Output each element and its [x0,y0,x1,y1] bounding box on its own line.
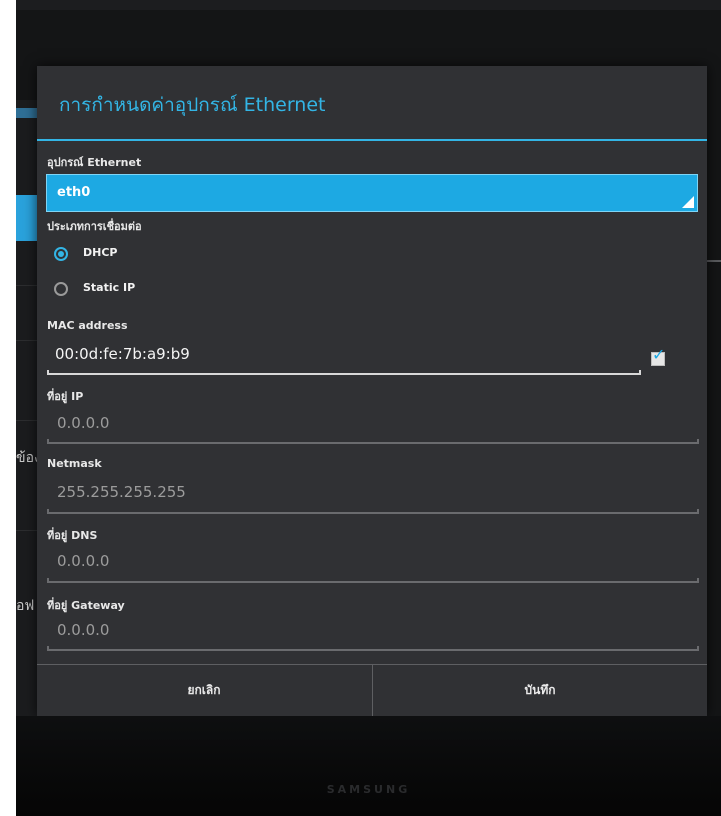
dropdown-caret-icon [682,196,694,208]
gateway-label: ที่อยู่ Gateway [47,599,125,612]
background-divider [16,340,38,341]
background-divider [16,285,38,286]
dhcp-radio-label[interactable]: DHCP [83,246,117,259]
dns-label: ที่อยู่ DNS [47,529,98,542]
cancel-button[interactable]: ยกเลิก [37,665,371,716]
ethernet-config-dialog: การกำหนดค่าอุปกรณ์ Ethernet อุปกรณ์ Ethe… [37,66,707,716]
ip-address-label: ที่อยู่ IP [47,390,84,403]
connection-type-label: ประเภทการเชื่อมต่อ [47,220,142,233]
static-ip-radio-label[interactable]: Static IP [83,281,135,294]
tablet-bezel-top [16,0,721,10]
device-select-value: eth0 [57,185,91,200]
photo-frame: ข้อง อฟ การกำหนดค่าอุปกรณ์ Ethernet อุปก… [16,0,721,816]
background-divider [16,420,38,421]
dns-underline [47,578,699,583]
static-ip-radio[interactable] [54,282,68,296]
device-select[interactable]: eth0 [46,174,698,212]
title-divider [37,139,707,141]
tablet-screen: ข้อง อฟ การกำหนดค่าอุปกรณ์ Ethernet อุปก… [16,10,721,720]
mac-address-label: MAC address [47,319,128,332]
background-selected-item [16,195,38,241]
background-highlight-strip [16,108,38,118]
ip-address-underline [47,439,699,444]
dns-field[interactable]: 0.0.0.0 [57,552,109,570]
mac-address-underline [47,370,641,375]
device-brand-logo: SAMSUNG [326,783,411,796]
gateway-underline [47,646,699,651]
background-text-fragment: อฟ [16,598,35,614]
ip-address-field[interactable]: 0.0.0.0 [57,414,109,432]
checkmark-icon: ✓ [652,345,666,364]
dialog-title: การกำหนดค่าอุปกรณ์ Ethernet [59,94,326,116]
device-label: อุปกรณ์ Ethernet [47,156,142,169]
background-divider [16,530,38,531]
mac-address-field[interactable]: 00:0d:fe:7b:a9:b9 [55,345,190,363]
netmask-label: Netmask [47,457,102,470]
mac-address-checkbox[interactable]: ✓ [651,347,665,366]
netmask-field[interactable]: 255.255.255.255 [57,483,186,501]
tablet-bezel-bottom [16,716,721,816]
dhcp-radio[interactable] [54,247,68,261]
save-button[interactable]: บันทึก [373,665,707,716]
netmask-underline [47,509,699,514]
gateway-field[interactable]: 0.0.0.0 [57,621,109,639]
